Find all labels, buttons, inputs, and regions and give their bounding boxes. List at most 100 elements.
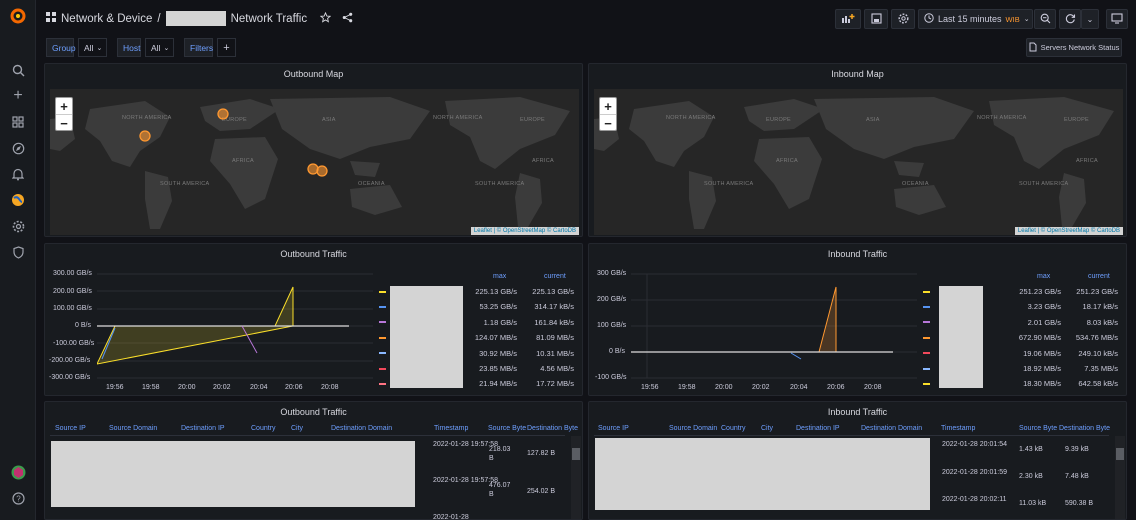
monitor-icon [1111, 12, 1123, 26]
outbound-graph-plot[interactable] [97, 269, 373, 381]
inbound-map[interactable]: NORTH AMERICA EUROPE ASIA AFRICA SOUTH A… [594, 89, 1123, 235]
x-tick: 20:00 [178, 384, 196, 391]
column-header[interactable]: City [761, 425, 773, 432]
explore-icon[interactable] [9, 139, 27, 157]
table-scrollbar[interactable] [571, 436, 581, 519]
legend-row[interactable]: 3.23 GB/s 18.17 kB/s [923, 299, 1121, 314]
zoom-out-time-button[interactable] [1034, 9, 1056, 29]
legend-row[interactable]: 21.94 MB/s 17.72 MB/s [379, 376, 577, 391]
cell-source-byte: 218.03 B [489, 446, 511, 462]
user-avatar[interactable] [9, 463, 27, 481]
map-attribution[interactable]: Leaflet | © OpenStreetMap © CartoDB [470, 227, 579, 235]
panel-title: Inbound Traffic [827, 249, 888, 259]
column-header[interactable]: Destination Domain [861, 425, 922, 432]
legend-max-value: 18.92 MB/s [1023, 364, 1061, 373]
tv-mode-button[interactable] [1106, 9, 1128, 29]
x-tick: 20:02 [213, 384, 231, 391]
legend-row[interactable]: 53.25 GB/s 314.17 kB/s [379, 299, 577, 314]
column-header[interactable]: City [291, 425, 303, 432]
dashboard-settings-button[interactable] [891, 9, 915, 29]
legend-max-header[interactable]: max [493, 273, 506, 280]
legend-row[interactable]: 124.07 MB/s 81.09 MB/s [379, 330, 577, 345]
legend-row[interactable]: 30.92 MB/s 10.31 MB/s [379, 346, 577, 361]
plus-icon[interactable]: + [9, 87, 27, 105]
legend-color-swatch [379, 382, 386, 385]
column-header[interactable]: Timestamp [434, 425, 468, 432]
refresh-button[interactable] [1059, 9, 1081, 29]
add-filter-button[interactable]: + [217, 38, 236, 57]
legend-row[interactable]: 672.90 MB/s 534.76 MB/s [923, 330, 1121, 345]
column-header[interactable]: Destination Domain [331, 425, 392, 432]
servers-network-status-link[interactable]: Servers Network Status [1026, 38, 1122, 57]
zoom-in-button[interactable]: + [600, 98, 616, 115]
outbound-map[interactable]: NORTH AMERICA EUROPE ASIA AFRICA SOUTH A… [50, 89, 579, 235]
dashboards-icon[interactable] [9, 113, 27, 131]
map-marker[interactable] [139, 130, 151, 142]
settings-gear-icon[interactable] [9, 217, 27, 235]
legend-current-header[interactable]: current [544, 273, 566, 280]
series-line[interactable] [818, 286, 837, 353]
inbound-graph-plot[interactable] [631, 269, 917, 381]
table-scrollbar[interactable] [1115, 436, 1125, 519]
column-header[interactable]: Destination Byte [527, 425, 578, 432]
zoom-out-button[interactable]: − [600, 115, 616, 132]
legend-row[interactable]: 225.13 GB/s 225.13 GB/s [379, 284, 577, 299]
y-tick: 200.00 GB/s [53, 288, 92, 295]
column-header[interactable]: Source Domain [669, 425, 717, 432]
dashboard-title[interactable]: Network Traffic [231, 13, 307, 25]
legend-max-header[interactable]: max [1037, 273, 1050, 280]
legend-row[interactable]: 18.30 MB/s 642.58 kB/s [923, 376, 1121, 391]
column-header[interactable]: Country [721, 425, 746, 432]
column-header[interactable]: Source Domain [109, 425, 157, 432]
map-marker[interactable] [316, 165, 328, 177]
worldmap-plugin-icon[interactable] [9, 191, 27, 209]
column-header[interactable]: Country [251, 425, 276, 432]
legend-row[interactable]: 19.06 MB/s 249.10 kB/s [923, 346, 1121, 361]
grafana-logo-icon[interactable] [9, 7, 27, 25]
star-icon[interactable] [319, 11, 332, 26]
alerting-bell-icon[interactable] [9, 165, 27, 183]
save-dashboard-button[interactable] [864, 9, 888, 29]
column-header[interactable]: Source IP [598, 425, 629, 432]
x-tick: 20:06 [285, 384, 303, 391]
cell-source-byte: 476.07 B [489, 482, 511, 498]
column-header[interactable]: Source IP [55, 425, 86, 432]
column-header[interactable]: Destination Byte [1059, 425, 1110, 432]
legend-row[interactable]: 251.23 GB/s 251.23 GB/s [923, 284, 1121, 299]
host-variable-select[interactable]: All ⌄ [145, 38, 174, 57]
column-header[interactable]: Timestamp [941, 425, 975, 432]
breadcrumb-folder[interactable]: Network & Device [61, 13, 152, 25]
map-marker[interactable] [217, 108, 229, 120]
help-icon[interactable]: ? [9, 489, 27, 507]
legend-current-value: 314.17 kB/s [534, 302, 574, 312]
series-line[interactable] [790, 352, 802, 360]
add-panel-button[interactable] [835, 9, 861, 29]
column-header[interactable]: Destination IP [181, 425, 225, 432]
traffic-markers[interactable] [50, 89, 579, 235]
y-tick: 300.00 GB/s [53, 270, 92, 277]
search-icon[interactable] [9, 61, 27, 79]
time-range-picker[interactable]: Last 15 minutes WIB ⌄ [918, 9, 1033, 29]
map-marker[interactable] [307, 163, 319, 175]
share-icon[interactable] [342, 12, 353, 26]
refresh-interval-dropdown[interactable]: ⌄ [1081, 9, 1099, 29]
group-variable-select[interactable]: All ⌄ [78, 38, 107, 57]
chevron-down-icon: ⌄ [1086, 14, 1094, 24]
legend-row[interactable]: 23.85 MB/s 4.56 MB/s [379, 361, 577, 376]
legend-row[interactable]: 2.01 GB/s 8.03 kB/s [923, 315, 1121, 330]
legend-max-value: 30.92 MB/s [479, 348, 517, 358]
inbound-table-panel: Inbound Traffic Source IP Source Domain … [588, 401, 1127, 520]
shield-icon[interactable] [9, 243, 27, 261]
legend-color-swatch [379, 321, 386, 324]
column-header[interactable]: Source Byte [1019, 425, 1057, 432]
legend-row[interactable]: 1.18 GB/s 161.84 kB/s [379, 315, 577, 330]
column-header[interactable]: Destination IP [796, 425, 840, 432]
map-attribution[interactable]: Leaflet | © OpenStreetMap © CartoDB [1014, 227, 1123, 235]
host-variable-value: All [151, 42, 161, 53]
zoom-in-button[interactable]: + [56, 98, 72, 115]
zoom-out-button[interactable]: − [56, 115, 72, 132]
legend-current-header[interactable]: current [1088, 273, 1110, 280]
column-header[interactable]: Source Byte [488, 425, 526, 432]
y-tick: 100 GB/s [597, 322, 627, 329]
legend-row[interactable]: 18.92 MB/s 7.35 MB/s [923, 361, 1121, 376]
